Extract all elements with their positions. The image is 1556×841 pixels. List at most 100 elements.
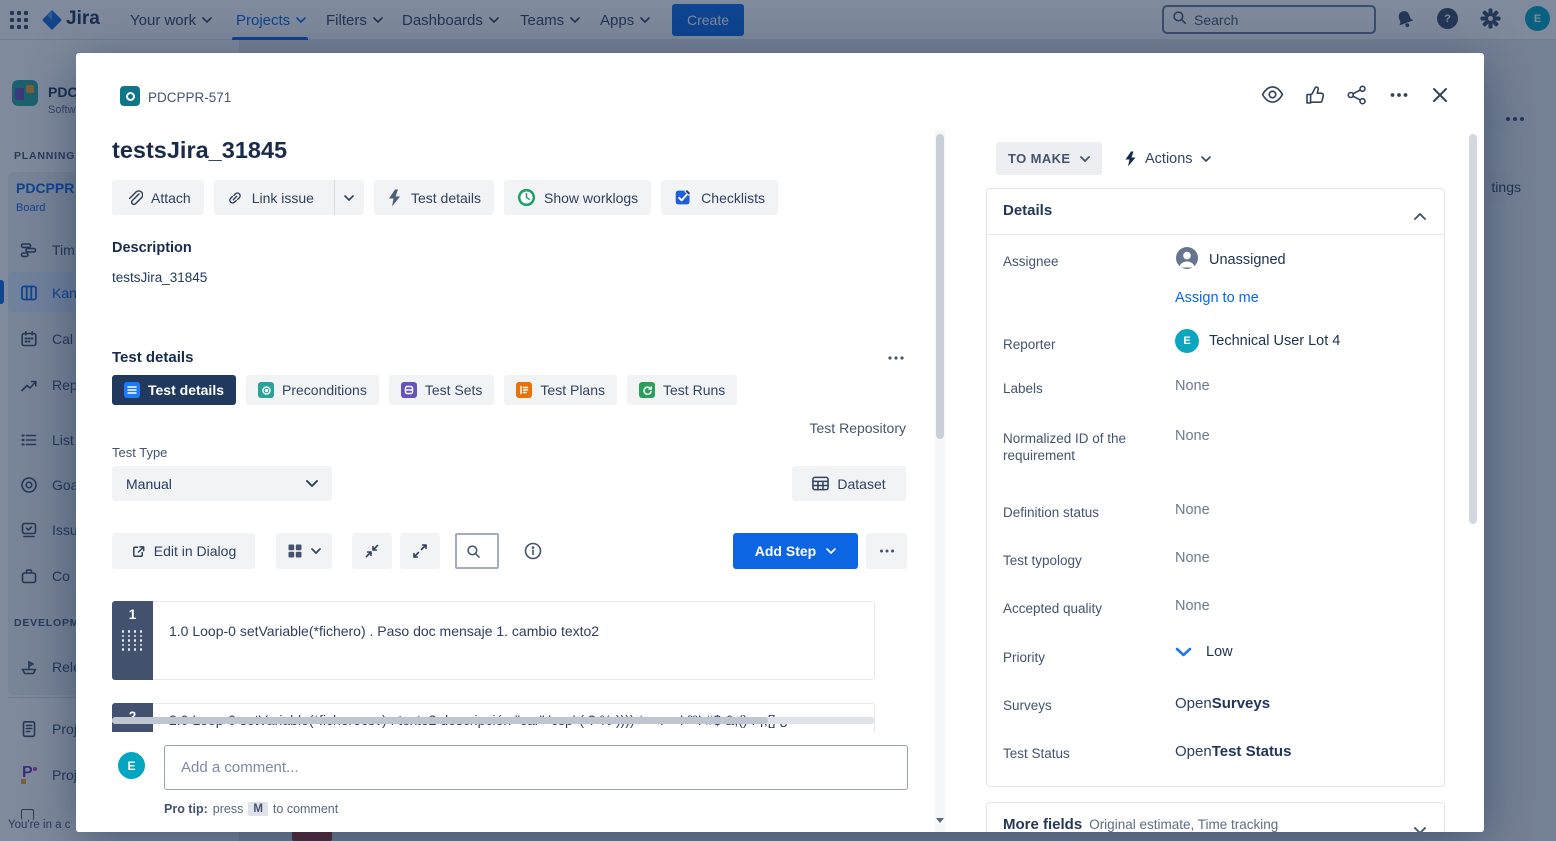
test-details-tab-icon <box>124 382 140 398</box>
test-details-heading: Test details <box>112 349 193 366</box>
steps-search-box[interactable] <box>455 533 499 569</box>
priority-label: Priority <box>1003 649 1175 666</box>
close-icon[interactable] <box>1430 85 1450 105</box>
scroll-down-arrow-icon[interactable] <box>936 818 944 823</box>
link-issue-button[interactable]: Link issue <box>214 180 364 215</box>
test-status-label: Test Status <box>1003 745 1175 762</box>
details-card: Details Assignee Unassigned Assign to me… <box>986 188 1445 787</box>
labels-value[interactable]: None <box>1175 378 1210 394</box>
like-thumbsup-icon[interactable] <box>1304 84 1326 106</box>
test-status-value[interactable]: OpenTest Status <box>1175 743 1291 760</box>
definition-status-label: Definition status <box>1003 504 1175 521</box>
add-step-button[interactable]: Add Step <box>733 533 858 569</box>
accepted-quality-label: Accepted quality <box>1003 600 1175 617</box>
expand-all-button[interactable] <box>400 533 440 569</box>
steps-more-button[interactable] <box>866 533 907 569</box>
test-details-button[interactable]: Test details <box>374 180 494 215</box>
labels-label: Labels <box>1003 380 1175 397</box>
more-fields-summary: Original estimate, Time tracking <box>1089 817 1278 832</box>
reporter-label: Reporter <box>1003 336 1175 353</box>
tab-test-plans[interactable]: Test Plans <box>504 375 617 405</box>
content-vertical-scrollbar[interactable] <box>935 130 945 832</box>
link-issue-dropdown[interactable] <box>334 180 364 215</box>
step-1-drag-handle[interactable]: 1 <box>112 601 153 680</box>
chevron-down-icon <box>306 480 318 487</box>
test-typology-label: Test typology <box>1003 552 1175 569</box>
paperclip-icon <box>125 189 143 207</box>
test-issue-type-icon[interactable] <box>120 86 140 106</box>
more-fields-heading: More fieldsOriginal estimate, Time track… <box>1003 816 1278 832</box>
external-link-icon <box>131 544 146 559</box>
status-dropdown[interactable]: TO MAKE <box>996 142 1102 175</box>
add-comment-input[interactable]: Add a comment... <box>164 745 908 790</box>
assignee-label: Assignee <box>1003 253 1175 270</box>
scrollbar-thumb[interactable] <box>936 134 944 439</box>
view-mode-dropdown[interactable] <box>276 533 332 569</box>
jira-app: Jira Your work Projects Filters Dashboar… <box>0 0 1556 841</box>
step-1-text: 1.0 Loop-0 setVariable(*fichero) . Paso … <box>169 623 599 639</box>
panel-vertical-scrollbar[interactable] <box>1468 130 1478 832</box>
issue-key[interactable]: PDCPPR-571 <box>148 90 231 105</box>
assign-to-me-link[interactable]: Assign to me <box>1175 290 1259 306</box>
dataset-button[interactable]: Dataset <box>792 466 906 501</box>
test-runs-tab-icon <box>639 382 655 398</box>
details-divider <box>987 234 1444 235</box>
ellipsis-icon <box>879 543 895 559</box>
info-icon[interactable] <box>524 542 542 565</box>
edit-in-dialog-button[interactable]: Edit in Dialog <box>112 533 255 569</box>
reporter-value[interactable]: E Technical User Lot 4 <box>1175 329 1340 353</box>
more-fields-card[interactable]: More fieldsOriginal estimate, Time track… <box>986 802 1445 832</box>
test-plans-tab-icon <box>516 382 532 398</box>
more-actions-icon[interactable] <box>1388 84 1410 106</box>
priority-value[interactable]: Low <box>1175 644 1233 660</box>
tab-test-runs[interactable]: Test Runs <box>627 375 737 405</box>
reporter-avatar: E <box>1175 329 1199 353</box>
checklists-button[interactable]: Checklists <box>661 180 778 215</box>
step-1-row[interactable]: 1.0 Loop-0 setVariable(*fichero) . Paso … <box>153 601 875 680</box>
test-details-more-icon[interactable] <box>887 349 905 372</box>
collapse-details-icon[interactable] <box>1414 207 1426 225</box>
test-type-select[interactable]: Manual <box>112 466 332 501</box>
share-icon[interactable] <box>1346 84 1368 106</box>
keyboard-shortcut-badge: M <box>248 802 268 816</box>
scrollbar-thumb[interactable] <box>112 717 768 724</box>
test-typology-value[interactable]: None <box>1175 550 1210 566</box>
assignee-value[interactable]: Unassigned <box>1175 246 1286 274</box>
tab-preconditions[interactable]: Preconditions <box>246 375 379 405</box>
normalized-id-value[interactable]: None <box>1175 428 1210 444</box>
step-number: 1 <box>112 607 153 622</box>
issue-detail-modal: PDCPPR-571 testsJira_31845 Attach Link i… <box>76 53 1484 832</box>
show-worklogs-button[interactable]: Show worklogs <box>504 180 651 215</box>
drag-dots-icon <box>112 630 153 651</box>
surveys-label: Surveys <box>1003 697 1175 714</box>
worklog-clock-icon <box>517 188 536 207</box>
surveys-value[interactable]: OpenSurveys <box>1175 695 1270 712</box>
definition-status-value[interactable]: None <box>1175 502 1210 518</box>
scrollbar-thumb[interactable] <box>1469 134 1477 524</box>
test-repository-link[interactable]: Test Repository <box>112 420 906 436</box>
chevron-down-icon <box>311 548 321 554</box>
preconditions-tab-icon <box>258 382 274 398</box>
collapse-all-button[interactable] <box>352 533 392 569</box>
expand-icon <box>412 543 428 559</box>
quick-actions-bar: Attach Link issue Test details Show work… <box>112 180 778 215</box>
comment-protip: Pro tip: press M to comment <box>164 802 338 816</box>
issue-title: testsJira_31845 <box>112 137 287 164</box>
tab-test-details[interactable]: Test details <box>112 375 236 405</box>
description-body[interactable]: testsJira_31845 <box>112 270 207 285</box>
grid-view-icon <box>287 543 303 559</box>
expand-more-fields-icon[interactable] <box>1414 821 1426 832</box>
search-icon <box>466 544 481 559</box>
accepted-quality-value[interactable]: None <box>1175 598 1210 614</box>
actions-dropdown[interactable]: Actions <box>1124 142 1211 175</box>
test-type-label: Test Type <box>112 445 167 460</box>
watch-eye-icon[interactable] <box>1261 83 1284 106</box>
steps-horizontal-scrollbar[interactable] <box>112 717 875 724</box>
attach-button[interactable]: Attach <box>112 180 204 215</box>
unassigned-avatar-icon <box>1175 246 1199 274</box>
description-heading: Description <box>112 240 192 256</box>
chevron-down-icon <box>1201 156 1211 162</box>
tab-test-sets[interactable]: Test Sets <box>389 375 495 405</box>
chevron-down-icon <box>826 548 836 554</box>
comment-footer: E Add a comment... Pro tip: press M to c… <box>76 732 938 832</box>
